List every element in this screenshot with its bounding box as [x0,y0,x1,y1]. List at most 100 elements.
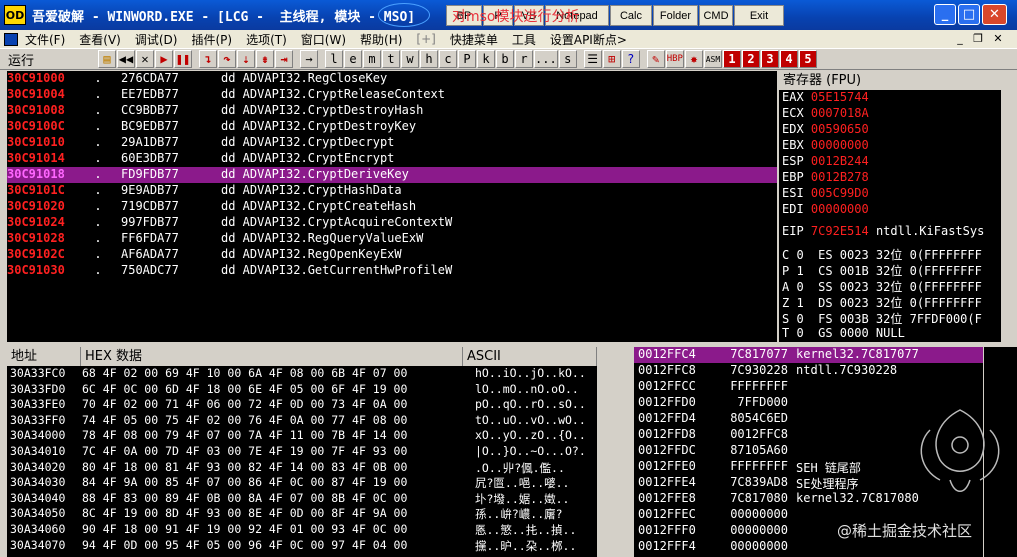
mdi-minimize-icon[interactable]: _ [952,31,968,46]
menu-file[interactable]: 文件(F) [18,31,72,48]
hbp-icon[interactable]: HBP [665,50,684,68]
dump-row[interactable]: 30A33FF0 74 4F 05 00 75 4F 02 00 76 4F 0A… [7,413,597,429]
debug-options-icon[interactable]: ⊞ [602,50,621,68]
threads-button[interactable]: t [382,50,400,68]
menu-window[interactable]: 窗口(W) [294,31,353,48]
dump-col-hex[interactable]: HEX 数据 [81,347,463,366]
disasm-row[interactable]: 30C9102C. AF6ADA77 dd ADVAPI32.RegOpenKeyE… [7,247,777,263]
menu-debug[interactable]: 调试(D) [128,31,185,48]
source-button[interactable]: s [558,50,577,68]
run-trace-button[interactable]: ... [534,50,558,68]
step-over-icon[interactable]: ↷ [218,50,236,68]
disasm-row[interactable]: 30C91008. CC9BDB77 dd ADVAPI32.CryptDestro… [7,103,777,119]
disasm-row[interactable]: 30C91000. 276CDA77 dd ADVAPI32.RegCloseKey [7,71,777,87]
mdi-close-icon[interactable]: ✕ [990,31,1006,46]
register-row[interactable]: EDI 00000000 [779,202,1001,218]
references-button[interactable]: r [515,50,533,68]
disasm-row[interactable]: 30C91004. EE7EDB77 dd ADVAPI32.CryptReleas… [7,87,777,103]
cpu-button[interactable]: c [439,50,457,68]
step-into-icon[interactable]: ↴ [199,50,217,68]
patches-button[interactable]: P [458,50,476,68]
disasm-row[interactable]: 30C91014. 60E3DB77 dd ADVAPI32.CryptEncryp… [7,151,777,167]
register-row[interactable]: EBP 0012B278 [779,170,1001,186]
menu-plugins[interactable]: 插件(P) [184,31,239,48]
menu-set-api-breakpoint[interactable]: 设置API断点> [543,31,634,48]
dump-row[interactable]: 30A34000 78 4F 08 00 79 4F 07 00 7A 4F 11… [7,428,597,444]
dump-pane[interactable]: 30A33FC0 68 4F 02 00 69 4F 10 00 6A 4F 08… [7,366,597,557]
register-pane[interactable]: 寄存器 (FPU) EAX 05E15744 ECX 0007018A EDX 00… [779,71,1001,342]
windows-button[interactable]: w [401,50,419,68]
flag-segment-row[interactable]: Z 1 DS 0023 32位 0(FFFFFFFF [779,294,1001,310]
stack-row[interactable]: 0012FFC4 7C817077 kernel32.7C817077 [634,347,983,363]
rewind-icon[interactable]: ◀◀ [117,50,135,68]
dump-row[interactable]: 30A34010 7C 4F 0A 00 7D 4F 03 00 7E 4F 19… [7,444,597,460]
dump-col-ascii[interactable]: ASCII [463,347,597,366]
dump-row[interactable]: 30A34060 90 4F 18 00 91 4F 19 00 92 4F 01… [7,522,597,538]
menu-expand[interactable]: [+] [409,32,442,46]
dump-row[interactable]: 30A34020 80 4F 18 00 81 4F 93 00 82 4F 14… [7,460,597,476]
folder-button[interactable]: Folder [653,5,698,26]
disasm-row[interactable]: 30C91028. FF6FDA77 dd ADVAPI32.RegQueryVal… [7,231,777,247]
toolbar-number-5[interactable]: 5 [798,50,817,68]
flag-segment-row[interactable]: P 1 CS 001B 32位 0(FFFFFFFF [779,262,1001,278]
eip-register[interactable]: EIP 7C92E514 ntdll.KiFastSys [779,224,1001,240]
register-row[interactable]: ESI 005C99D0 [779,186,1001,202]
help-icon[interactable]: ? [621,50,640,68]
toolbar-number-4[interactable]: 4 [779,50,798,68]
stack-row[interactable]: 0012FFC8 7C930228 ntdll.7C930228 [634,363,983,379]
asm-icon[interactable]: ASM [703,50,722,68]
menu-view[interactable]: 查看(V) [72,31,128,48]
register-scrollbar[interactable] [1001,71,1017,342]
menu-options[interactable]: 选项(T) [239,31,294,48]
call-stack-button[interactable]: k [477,50,495,68]
minimize-icon[interactable]: _ [934,4,956,25]
stack-row[interactable]: 0012FFF4 00000000 [634,539,983,555]
mdi-restore-icon[interactable]: ❐ [970,31,986,46]
dump-row[interactable]: 30A33FE0 70 4F 02 00 71 4F 06 00 72 4F 0D… [7,397,597,413]
flag-segment-row[interactable]: A 0 SS 0023 32位 0(FFFFFFFF [779,278,1001,294]
handles-button[interactable]: h [420,50,438,68]
cmd-button[interactable]: CMD [699,5,733,26]
settings-icon[interactable]: ☰ [583,50,602,68]
dump-row[interactable]: 30A33FC0 68 4F 02 00 69 4F 10 00 6A 4F 08… [7,366,597,382]
dump-row[interactable]: 30A34040 88 4F 83 00 89 4F 0B 00 8A 4F 07… [7,491,597,507]
register-row[interactable]: ESP 0012B244 [779,154,1001,170]
menu-tools[interactable]: 工具 [505,31,543,48]
disasm-row[interactable]: 30C91018. FD9FDB77 dd ADVAPI32.CryptDerive… [7,167,777,183]
dump-col-address[interactable]: 地址 [7,347,81,366]
flag-segment-row[interactable]: S 0 FS 003B 32位 7FFDF000(F [779,310,1001,326]
toolbar-number-2[interactable]: 2 [741,50,760,68]
disasm-row[interactable]: 30C9100C. BC9EDB77 dd ADVAPI32.CryptDestro… [7,119,777,135]
stack-row[interactable]: 0012FFCC FFFFFFFF [634,379,983,395]
toolbar-number-1[interactable]: 1 [722,50,741,68]
run-icon[interactable]: ▶ [155,50,173,68]
dump-row[interactable]: 30A33FD0 6C 4F 0C 00 6D 4F 18 00 6E 4F 05… [7,382,597,398]
disasm-row[interactable]: 30C91010. 29A1DB77 dd ADVAPI32.CryptDecryp… [7,135,777,151]
register-row[interactable]: EAX 05E15744 [779,90,1001,106]
flag-segment-row[interactable]: T 0 GS 0000 NULL [779,326,1001,342]
disasm-row[interactable]: 30C91030. 750ADC77 dd ADVAPI32.GetCurrentH… [7,263,777,279]
dump-row[interactable]: 30A34030 84 4F 9A 00 85 4F 07 00 86 4F 0C… [7,475,597,491]
disasm-row[interactable]: 30C9101C. 9E9ADB77 dd ADVAPI32.CryptHashDa… [7,183,777,199]
log-button[interactable]: l [325,50,343,68]
execute-till-return-icon[interactable]: ⇥ [275,50,293,68]
close-icon[interactable]: ✕ [982,4,1007,25]
flag-segment-row[interactable]: C 0 ES 0023 32位 0(FFFFFFFF [779,246,1001,262]
goto-icon[interactable]: → [300,50,318,68]
pause-icon[interactable]: ❚❚ [174,50,192,68]
dump-row[interactable]: 30A34070 94 4F 0D 00 95 4F 05 00 96 4F 0C… [7,538,597,554]
register-row[interactable]: EBX 00000000 [779,138,1001,154]
memory-map-button[interactable]: m [363,50,381,68]
dump-row[interactable]: 30A34050 8C 4F 19 00 8D 4F 93 00 8E 4F 0D… [7,506,597,522]
toolbar-number-3[interactable]: 3 [760,50,779,68]
dump-scrollbar[interactable] [598,347,630,557]
executable-modules-button[interactable]: e [344,50,362,68]
trace-over-icon[interactable]: ⇟ [256,50,274,68]
trace-into-icon[interactable]: ⇣ [237,50,255,68]
mdi-window-icon[interactable] [4,32,18,46]
open-icon[interactable]: ▤ [98,50,116,68]
menu-shortcut[interactable]: 快捷菜单 [443,31,505,48]
breakpoints-button[interactable]: b [496,50,514,68]
plugin-icon[interactable]: ✸ [684,50,703,68]
exit-button[interactable]: Exit [734,5,784,26]
